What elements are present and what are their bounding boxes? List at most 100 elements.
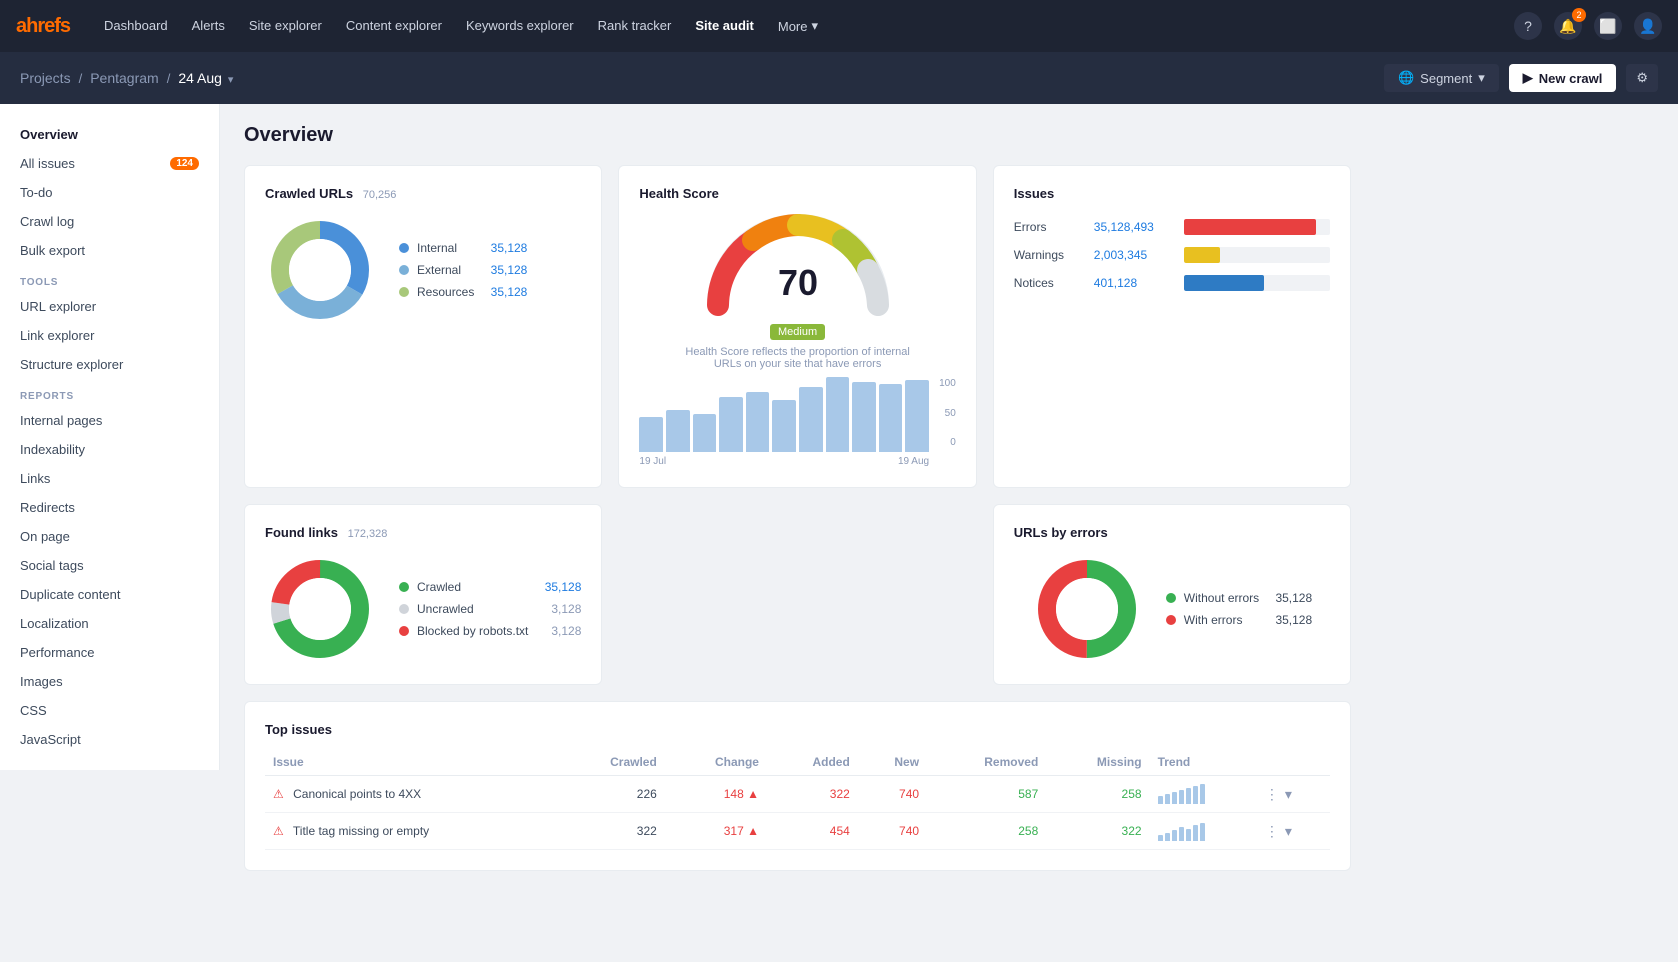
sidebar-item-url-explorer[interactable]: URL explorer: [0, 292, 219, 321]
sidebar-item-indexability[interactable]: Indexability: [0, 435, 219, 464]
table-row: ⚠ Title tag missing or empty 322 317 ▲ 4…: [265, 813, 1330, 850]
row-actions-0: ⋮ ▾: [1257, 776, 1330, 813]
logo[interactable]: ahrefs: [16, 15, 70, 38]
col-trend: Trend: [1150, 749, 1257, 776]
breadcrumb-date[interactable]: 24 Aug ▾: [178, 70, 233, 86]
notices-val: 401,128: [1094, 276, 1174, 290]
sidebar-item-social-tags[interactable]: Social tags: [0, 551, 219, 580]
settings-button[interactable]: ⚙: [1626, 64, 1658, 92]
breadcrumb-sep1: /: [79, 71, 83, 86]
nav-rank-tracker[interactable]: Rank tracker: [588, 12, 682, 40]
trend-0: [1150, 776, 1257, 813]
sidebar-item-duplicate-content[interactable]: Duplicate content: [0, 580, 219, 609]
all-issues-badge: 124: [170, 157, 199, 170]
sidebar-item-all-issues[interactable]: All issues 124: [0, 149, 219, 178]
sidebar-item-internal-pages[interactable]: Internal pages: [0, 406, 219, 435]
sidebar-item-bulk-export[interactable]: Bulk export: [0, 236, 219, 265]
tools-section-label: TOOLS: [0, 265, 219, 292]
sidebar-item-images[interactable]: Images: [0, 667, 219, 696]
error-icon-0: ⚠: [273, 787, 284, 801]
col-new: New: [858, 749, 927, 776]
col-crawled: Crawled: [558, 749, 665, 776]
col-added: Added: [767, 749, 858, 776]
nav-content-explorer[interactable]: Content explorer: [336, 12, 452, 40]
more-options-0[interactable]: ⋮: [1265, 786, 1279, 803]
warnings-val: 2,003,345: [1094, 248, 1174, 262]
issues-card: Issues Errors 35,128,493 Warnings 2,003,…: [993, 165, 1351, 488]
new-crawl-button[interactable]: ▶ New crawl: [1509, 64, 1617, 92]
sidebar-item-link-explorer[interactable]: Link explorer: [0, 321, 219, 350]
expand-0[interactable]: ▾: [1285, 786, 1292, 803]
nav-more[interactable]: More▾: [768, 12, 828, 40]
sidebar-item-javascript[interactable]: JavaScript: [0, 725, 219, 754]
sidebar-item-performance[interactable]: Performance: [0, 638, 219, 667]
segment-button[interactable]: 🌐 Segment ▾: [1384, 64, 1499, 92]
breadcrumb-projects[interactable]: Projects: [20, 70, 71, 86]
internal-legend: Internal 35,128: [399, 241, 527, 255]
errors-bar: [1184, 219, 1316, 235]
issues-title: Issues: [1014, 186, 1054, 201]
page-title: Overview: [244, 124, 1351, 147]
nav-alerts[interactable]: Alerts: [182, 12, 235, 40]
content-area: Overview Crawled URLs 70,256: [220, 104, 1375, 962]
change-0: 148 ▲: [665, 776, 767, 813]
nav-site-audit[interactable]: Site audit: [685, 12, 764, 40]
sidebar-item-css[interactable]: CSS: [0, 696, 219, 725]
crawled-0: 226: [558, 776, 665, 813]
bar-date-end: 19 Aug: [898, 456, 929, 467]
expand-1[interactable]: ▾: [1285, 823, 1292, 840]
breadcrumb-project[interactable]: Pentagram: [90, 70, 158, 86]
top-nav: ahrefs Dashboard Alerts Site explorer Co…: [0, 0, 1678, 52]
sidebar-item-todo[interactable]: To-do: [0, 178, 219, 207]
crawled-urls-count: 70,256: [363, 189, 397, 201]
sidebar-item-links[interactable]: Links: [0, 464, 219, 493]
col-issue: Issue: [265, 749, 558, 776]
with-errors-legend: With errors 35,128: [1166, 613, 1312, 627]
trend-1: [1150, 813, 1257, 850]
urls-errors-donut: [1032, 554, 1142, 664]
nav-dashboard[interactable]: Dashboard: [94, 12, 178, 40]
sidebar-item-localization[interactable]: Localization: [0, 609, 219, 638]
blocked-legend: Blocked by robots.txt 3,128: [399, 624, 581, 638]
sidebar-item-overview[interactable]: Overview: [0, 120, 219, 149]
col-actions: [1257, 749, 1330, 776]
found-links-card: Found links 172,328: [244, 504, 602, 685]
found-links-count: 172,328: [348, 528, 388, 540]
globe-icon: 🌐: [1398, 70, 1414, 86]
crawled-legend: Crawled 35,128: [399, 580, 581, 594]
new-0: 740: [858, 776, 927, 813]
bar-date-start: 19 Jul: [639, 456, 666, 467]
errors-bar-wrap: [1184, 219, 1330, 235]
health-score-card: Health Score: [618, 165, 976, 488]
bar-y-100: 100: [939, 378, 956, 389]
col-removed: Removed: [927, 749, 1046, 776]
crawled-1: 322: [558, 813, 665, 850]
sidebar-item-on-page[interactable]: On page: [0, 522, 219, 551]
urls-errors-title: URLs by errors: [1014, 525, 1108, 540]
displays-icon[interactable]: ⬜: [1594, 12, 1622, 40]
help-icon[interactable]: ?: [1514, 12, 1542, 40]
sidebar-item-redirects[interactable]: Redirects: [0, 493, 219, 522]
more-options-1[interactable]: ⋮: [1265, 823, 1279, 840]
top-issues-title: Top issues: [265, 722, 332, 737]
nav-site-explorer[interactable]: Site explorer: [239, 12, 332, 40]
without-errors-legend: Without errors 35,128: [1166, 591, 1312, 605]
nav-keywords-explorer[interactable]: Keywords explorer: [456, 12, 584, 40]
removed-0: 587: [927, 776, 1046, 813]
notifications-icon[interactable]: 🔔 2: [1554, 12, 1582, 40]
health-gauge: 70: [698, 205, 898, 320]
warnings-label: Warnings: [1014, 248, 1084, 262]
notices-label: Notices: [1014, 276, 1084, 290]
bar-y-0: 0: [939, 437, 956, 448]
user-icon[interactable]: 👤: [1634, 12, 1662, 40]
missing-0: 258: [1046, 776, 1149, 813]
play-icon: ▶: [1523, 70, 1533, 86]
resources-legend: Resources 35,128: [399, 285, 527, 299]
breadcrumb-bar: Projects / Pentagram / 24 Aug ▾ 🌐 Segmen…: [0, 52, 1678, 104]
warnings-bar-wrap: [1184, 247, 1330, 263]
sidebar-item-structure-explorer[interactable]: Structure explorer: [0, 350, 219, 379]
health-score-title: Health Score: [639, 186, 718, 201]
sidebar-item-crawl-log[interactable]: Crawl log: [0, 207, 219, 236]
added-1: 454: [767, 813, 858, 850]
external-legend: External 35,128: [399, 263, 527, 277]
